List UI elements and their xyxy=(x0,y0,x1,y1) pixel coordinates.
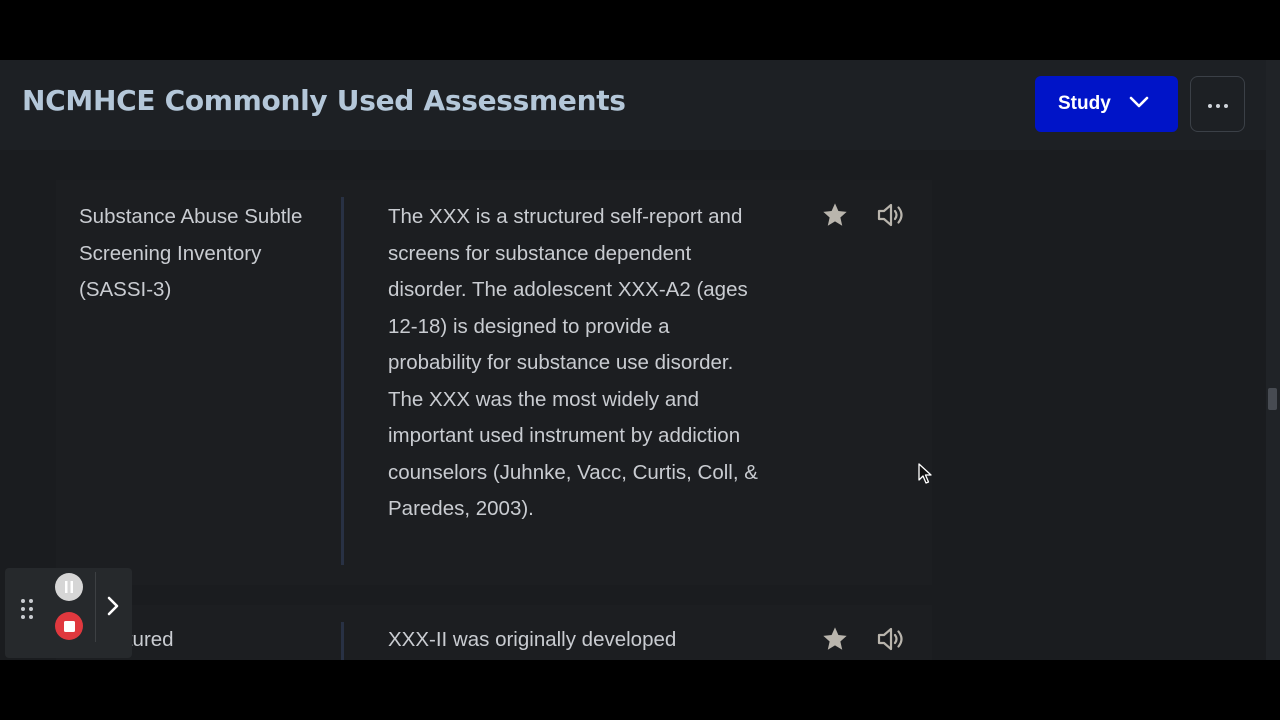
chevron-down-icon xyxy=(1129,93,1149,115)
pause-recording-button[interactable] xyxy=(55,573,83,601)
flashcard-row: Structured XXX-II was originally develop… xyxy=(56,605,932,660)
card-definition: The XXX is a structured self-report and … xyxy=(388,205,758,520)
recorder-divider xyxy=(95,572,96,642)
star-icon xyxy=(821,201,849,233)
pause-icon xyxy=(64,578,74,597)
more-options-button[interactable] xyxy=(1190,76,1245,132)
flashcard-row: Substance Abuse Subtle Screening Invento… xyxy=(56,180,932,585)
page-scrollbar[interactable] xyxy=(1266,60,1280,660)
ellipsis-icon xyxy=(1207,97,1229,112)
study-button[interactable]: Study xyxy=(1035,76,1178,132)
stop-recording-button[interactable] xyxy=(55,612,83,640)
study-button-label: Study xyxy=(1058,93,1111,114)
speaker-icon xyxy=(876,625,906,657)
drag-grip-icon[interactable] xyxy=(20,598,34,624)
card-divider xyxy=(341,197,344,565)
card-definition: XXX-II was originally developed xyxy=(388,628,677,651)
star-icon xyxy=(821,625,849,657)
mouse-cursor-icon xyxy=(918,463,932,484)
star-button[interactable] xyxy=(818,200,852,234)
chevron-right-icon[interactable] xyxy=(105,592,121,624)
audio-button[interactable] xyxy=(874,200,908,234)
stop-icon xyxy=(63,617,75,636)
page-title: NCMHCE Commonly Used Assessments xyxy=(22,84,626,117)
scrollbar-thumb[interactable] xyxy=(1268,388,1277,410)
set-header: NCMHCE Commonly Used Assessments Study xyxy=(0,60,1266,150)
card-term: Substance Abuse Subtle Screening Invento… xyxy=(79,205,303,301)
card-divider xyxy=(341,622,344,660)
audio-button[interactable] xyxy=(874,624,908,658)
speaker-icon xyxy=(876,201,906,233)
star-button[interactable] xyxy=(818,624,852,658)
flashcard-set-page: NCMHCE Commonly Used Assessments Study S… xyxy=(0,60,1280,660)
screen-recorder-widget xyxy=(5,568,132,658)
